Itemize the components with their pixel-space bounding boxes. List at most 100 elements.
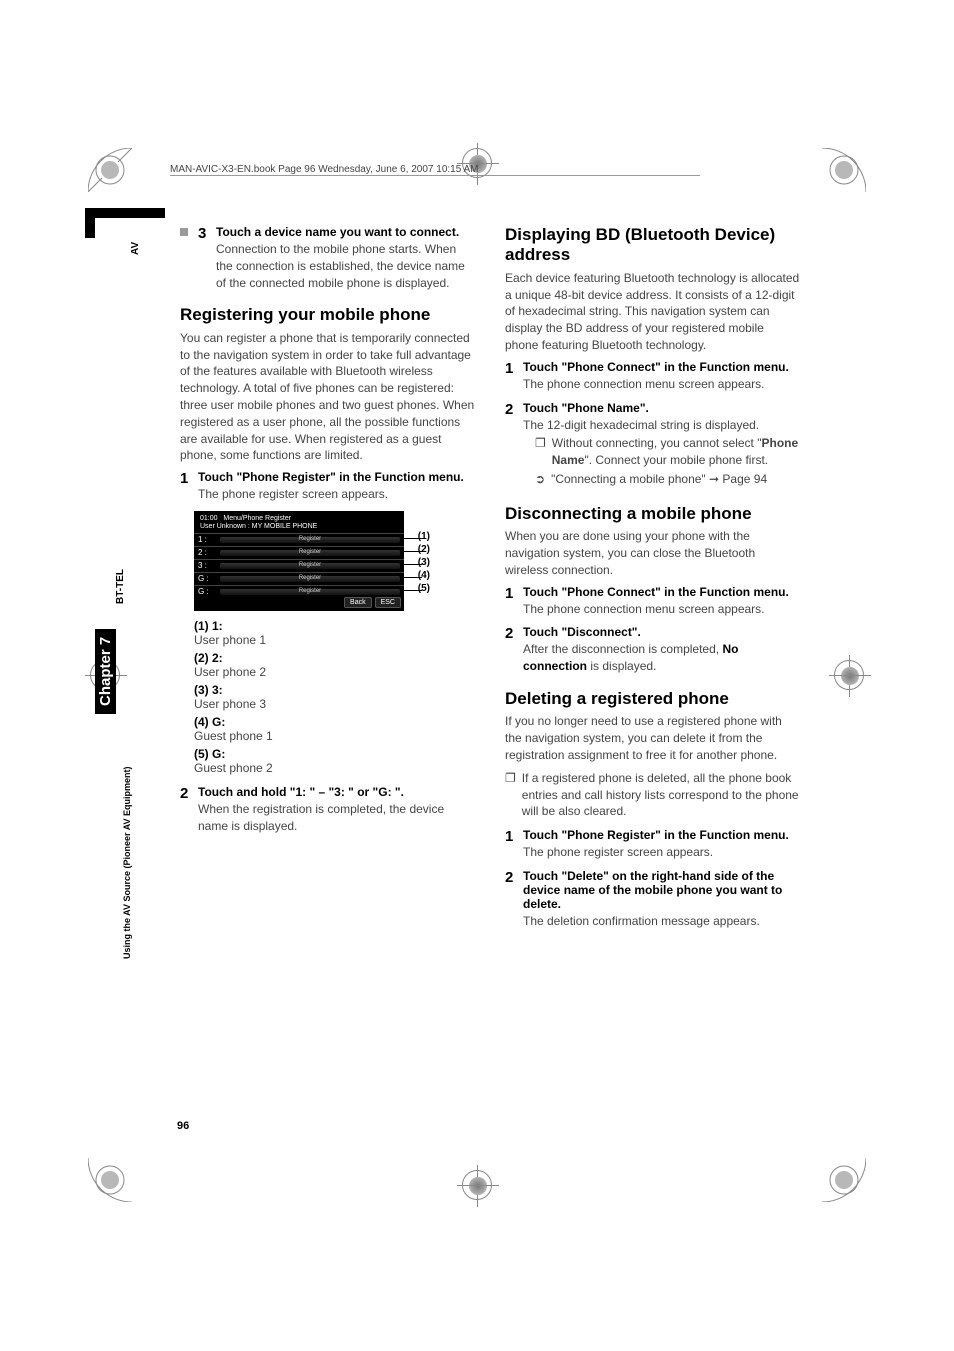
del-step-2: 2 Touch "Delete" on the right-hand side … xyxy=(505,869,800,930)
left-column: 3 Touch a device name you want to connec… xyxy=(180,225,475,938)
del-bullet: ❐ If a registered phone is deleted, all … xyxy=(505,770,800,820)
right-column: Displaying BD (Bluetooth Device) address… xyxy=(505,225,800,938)
heading-disconnecting: Disconnecting a mobile phone xyxy=(505,504,800,524)
step-number: 2 xyxy=(505,869,517,930)
ss-register-text: Register xyxy=(299,575,321,581)
page-number: 96 xyxy=(177,1120,189,1132)
corner-mark-bl xyxy=(88,1158,132,1202)
step-text: The deletion confirmation message appear… xyxy=(523,913,800,930)
sidebar-bttel-label: BT-TEL xyxy=(115,569,126,604)
corner-mark-br xyxy=(822,1158,866,1202)
page-corner-block xyxy=(85,208,165,218)
step-title: Touch "Delete" on the right-hand side of… xyxy=(523,869,800,911)
ss-register-text: Register xyxy=(299,588,321,594)
corner-mark-tl xyxy=(88,148,132,192)
step-number: 3 xyxy=(198,225,210,291)
ss-callout: (2) xyxy=(418,544,430,555)
del-para: If you no longer need to use a registere… xyxy=(505,713,800,763)
step-number: 2 xyxy=(505,401,517,490)
step-title: Touch "Phone Connect" in the Function me… xyxy=(523,585,800,599)
reg-mark-bottom xyxy=(462,1170,492,1200)
step-number: 2 xyxy=(180,785,192,835)
header-line: MAN-AVIC-X3-EN.book Page 96 Wednesday, J… xyxy=(170,164,479,175)
bd-bullet-1: ❐ Without connecting, you cannot select … xyxy=(535,435,800,469)
legend-label: (3) 3: xyxy=(194,683,475,697)
ss-register-text: Register xyxy=(299,549,321,555)
sidebar-av-label: AV xyxy=(130,242,141,255)
step-text: Connection to the mobile phone starts. W… xyxy=(216,241,475,291)
sidebar-section-label: Using the AV Source (Pioneer AV Equipmen… xyxy=(122,766,132,959)
legend-text: Guest phone 2 xyxy=(194,761,475,775)
bd-bullet-2: ➲ "Connecting a mobile phone" ➞ Page 94 xyxy=(535,471,800,488)
heading-deleting: Deleting a registered phone xyxy=(505,689,800,709)
disc-step-2: 2 Touch "Disconnect". After the disconne… xyxy=(505,625,800,675)
reg-mark-right xyxy=(834,660,864,690)
step-text: The 12-digit hexadecimal string is displ… xyxy=(523,417,800,434)
heading-registering: Registering your mobile phone xyxy=(180,305,475,325)
header-rule xyxy=(170,175,700,176)
legend-text: User phone 3 xyxy=(194,697,475,711)
ss-subtitle: User Unknown : MY MOBILE PHONE xyxy=(194,523,404,533)
ss-row-label: G : xyxy=(198,574,220,583)
ss-callout: (5) xyxy=(418,583,430,594)
register-step-2: 2 Touch and hold "1: " – "3: " or "G: ".… xyxy=(180,785,475,835)
ss-callout: (4) xyxy=(418,570,430,581)
box-bullet-icon: ❐ xyxy=(505,770,516,820)
legend-text: User phone 1 xyxy=(194,633,475,647)
bullet-text: ". Connect your mobile phone first. xyxy=(584,453,768,467)
step-marker-icon xyxy=(180,228,188,236)
step-title: Touch "Phone Register" in the Function m… xyxy=(523,828,800,842)
step-number: 1 xyxy=(180,470,192,503)
arrow-bullet-icon: ➲ xyxy=(535,471,545,488)
legend-label: (1) 1: xyxy=(194,619,475,633)
ss-back-button: Back xyxy=(344,597,372,608)
disc-step-1: 1 Touch "Phone Connect" in the Function … xyxy=(505,585,800,618)
bullet-text: Without connecting, you cannot select " xyxy=(552,436,762,450)
register-step-1: 1 Touch "Phone Register" in the Function… xyxy=(180,470,475,503)
step-3: 3 Touch a device name you want to connec… xyxy=(180,225,475,291)
step-text: The phone connection menu screen appears… xyxy=(523,601,800,618)
step-title: Touch "Disconnect". xyxy=(523,625,800,639)
legend-text: Guest phone 1 xyxy=(194,729,475,743)
phone-register-screenshot: 01:00 Menu/Phone Register User Unknown :… xyxy=(194,511,404,611)
bd-step-2: 2 Touch "Phone Name". The 12-digit hexad… xyxy=(505,401,800,490)
ss-callout: (3) xyxy=(418,557,430,568)
sidebar-tab: BT-TEL Chapter 7 Using the AV Source (Pi… xyxy=(125,564,147,964)
step-text: The phone register screen appears. xyxy=(198,486,475,503)
bullet-text: If a registered phone is deleted, all th… xyxy=(522,770,800,820)
ss-register-text: Register xyxy=(299,536,321,542)
ss-esc-button: ESC xyxy=(375,597,401,608)
ss-time: 01:00 xyxy=(200,515,218,522)
legend-text: User phone 2 xyxy=(194,665,475,679)
step-number: 1 xyxy=(505,828,517,861)
ss-register-text: Register xyxy=(299,562,321,568)
del-step-1: 1 Touch "Phone Register" in the Function… xyxy=(505,828,800,861)
register-para: You can register a phone that is tempora… xyxy=(180,330,475,464)
step-title: Touch "Phone Connect" in the Function me… xyxy=(523,360,800,374)
legend-label: (5) G: xyxy=(194,747,475,761)
step-text: When the registration is completed, the … xyxy=(198,801,475,835)
step-text: The phone connection menu screen appears… xyxy=(523,376,800,393)
step-text: After the disconnection is completed, No… xyxy=(523,641,800,675)
page-corner-block-side xyxy=(85,208,95,238)
legend-label: (4) G: xyxy=(194,715,475,729)
legend-label: (2) 2: xyxy=(194,651,475,665)
ss-row-label: G : xyxy=(198,587,220,596)
step-number: 1 xyxy=(505,360,517,393)
step-title: Touch a device name you want to connect. xyxy=(216,225,475,239)
step-number: 2 xyxy=(505,625,517,675)
step-title: Touch "Phone Name". xyxy=(523,401,800,415)
ss-row-label: 2 : xyxy=(198,548,220,557)
ss-callout: (1) xyxy=(418,531,430,542)
step-text: The phone register screen appears. xyxy=(523,844,800,861)
ss-row-label: 1 : xyxy=(198,535,220,544)
page-content: 3 Touch a device name you want to connec… xyxy=(180,225,800,938)
box-bullet-icon: ❐ xyxy=(535,435,546,469)
bullet-text: "Connecting a mobile phone" ➞ Page 94 xyxy=(551,471,767,488)
bd-step-1: 1 Touch "Phone Connect" in the Function … xyxy=(505,360,800,393)
disc-para: When you are done using your phone with … xyxy=(505,528,800,578)
ss-row-label: 3 : xyxy=(198,561,220,570)
heading-bd: Displaying BD (Bluetooth Device) address xyxy=(505,225,800,266)
ss-title: Menu/Phone Register xyxy=(223,515,291,522)
sidebar-chapter-label: Chapter 7 xyxy=(95,629,116,714)
